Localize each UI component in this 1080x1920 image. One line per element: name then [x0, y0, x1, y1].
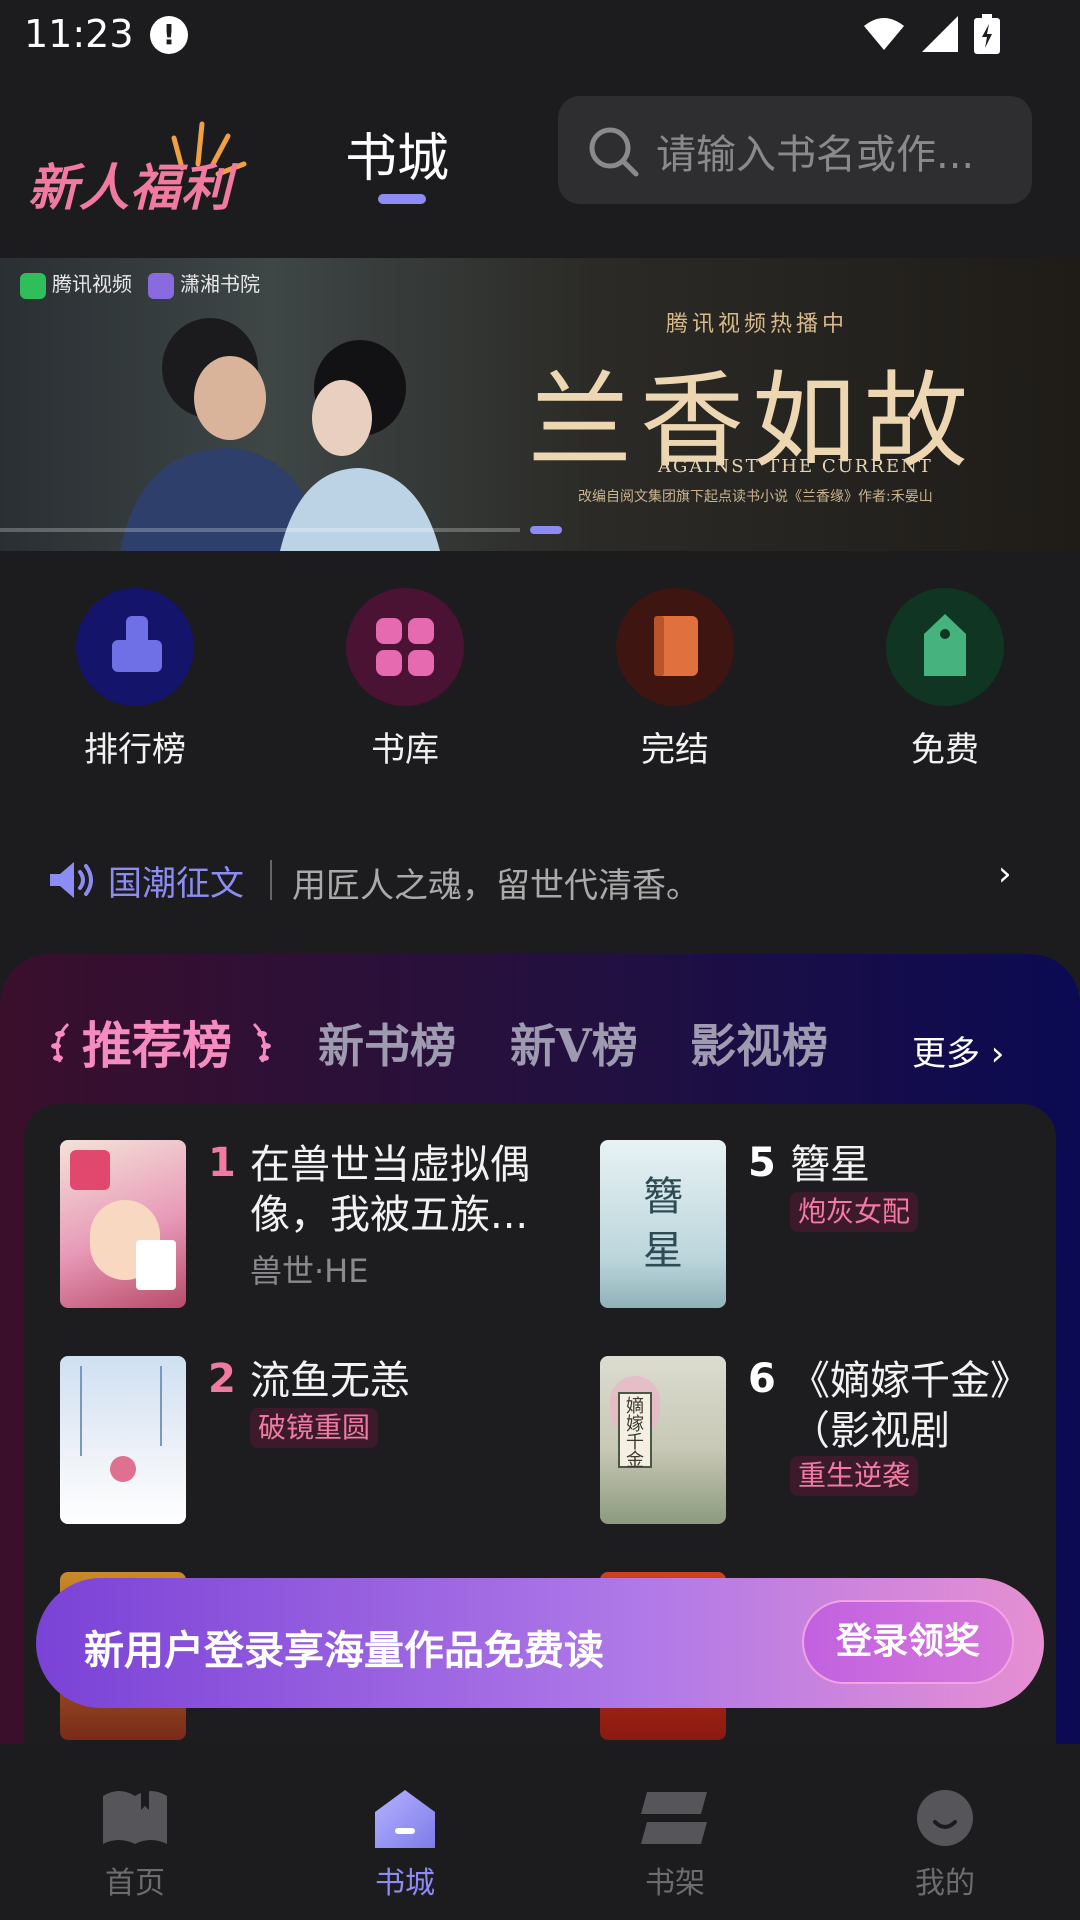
quick-entries: 排行榜 书库 完结 免费: [0, 588, 1080, 770]
login-reward-button[interactable]: 登录领奖: [802, 1600, 1014, 1684]
chevron-right-icon: ›: [998, 854, 1012, 894]
laurel-left-icon: [51, 1022, 70, 1063]
xiaoxiang-logo: 潇湘书院: [148, 268, 260, 299]
banner-logos: 腾讯视频 潇湘书院: [20, 268, 260, 299]
login-promo-banner[interactable]: 新用户登录享海量作品免费读 登录领奖: [36, 1578, 1044, 1708]
home-book-icon: [103, 1790, 167, 1844]
alert-icon: !: [150, 16, 188, 54]
tab-new-books[interactable]: 新书榜: [318, 1010, 456, 1076]
book-title: 《嫡嫁千金》（影视剧《墨: [790, 1358, 1010, 1454]
login-promo-text: 新用户登录享海量作品免费读: [84, 1627, 604, 1674]
status-bar: 11:23 !: [0, 0, 1080, 72]
banner-english-title: AGAINST THE CURRENT: [658, 456, 933, 477]
book-cover: [60, 1356, 186, 1524]
speaker-icon: [50, 862, 93, 898]
bookshelf-icon: [641, 1792, 707, 1844]
nav-bookshelf[interactable]: 书架: [585, 1746, 765, 1920]
book-cover: 簪星: [600, 1140, 726, 1308]
rank-number: 5: [748, 1140, 776, 1186]
tab-new-vip[interactable]: 新V榜: [510, 1010, 638, 1076]
search-input[interactable]: 请输入书名或作...: [558, 96, 1032, 204]
newcomer-benefit-button[interactable]: 新人福利: [28, 108, 268, 217]
entry-completed[interactable]: 完结: [585, 588, 765, 770]
carousel-dot-active: [530, 526, 562, 534]
rank-number: 1: [208, 1140, 236, 1186]
entry-library[interactable]: 书库: [315, 588, 495, 770]
status-time: 11:23: [24, 12, 134, 56]
completed-book-icon: [654, 616, 698, 676]
ranking-icon: [112, 616, 162, 672]
nav-home[interactable]: 首页: [45, 1746, 225, 1920]
system-icons: [862, 14, 1000, 54]
book-tag: 破镜重圆: [250, 1408, 379, 1448]
banner-subtitle: 腾讯视频热播中: [666, 312, 849, 337]
signal-icon: [922, 16, 958, 52]
banner-note: 改编自阅文集团旗下起点读书小说《兰香缘》作者:禾晏山: [578, 489, 933, 505]
top-header: 新人福利 书城 请输入书名或作...: [0, 72, 1080, 228]
library-icon: [376, 618, 434, 676]
nav-bookstore[interactable]: 书城: [315, 1746, 495, 1920]
free-tag-icon: [924, 614, 966, 676]
banner-illustration: [120, 318, 440, 551]
notice-text: 用匠人之魂，留世代清香。: [292, 866, 700, 906]
wifi-icon: [864, 18, 904, 50]
search-placeholder: 请输入书名或作...: [656, 132, 975, 178]
entry-ranking[interactable]: 排行榜: [45, 588, 225, 770]
book-cover: 嫡嫁千金: [600, 1356, 726, 1524]
book-cover: [60, 1140, 186, 1308]
tab-bookstore[interactable]: 书城: [345, 116, 449, 191]
notice-tag: 国潮征文: [108, 864, 244, 904]
book-title: 流鱼无恙: [250, 1358, 410, 1404]
laurel-right-icon: [252, 1022, 271, 1063]
list-item[interactable]: 2 流鱼无恙 破镜重圆: [60, 1356, 540, 1524]
tab-film-tv[interactable]: 影视榜: [690, 1010, 828, 1076]
profile-icon: [917, 1790, 973, 1846]
tab-indicator: [378, 194, 426, 204]
nav-profile[interactable]: 我的: [855, 1746, 1035, 1920]
tencent-video-logo: 腾讯视频: [20, 268, 132, 299]
rank-number: 6: [748, 1356, 776, 1402]
carousel-indicator: [0, 526, 1080, 534]
search-icon: [589, 127, 639, 177]
list-item[interactable]: 1 在兽世当虚拟偶像，我被五族... 兽世·HE: [60, 1140, 540, 1308]
tab-recommended[interactable]: 推荐榜: [82, 1006, 232, 1078]
book-title: 簪星: [790, 1142, 870, 1188]
promo-banner[interactable]: 腾讯视频 潇湘书院 腾讯视频热播中 兰香如故 AGAINST THE CURRE…: [0, 258, 1080, 551]
list-item[interactable]: 嫡嫁千金 6 《嫡嫁千金》（影视剧《墨 重生逆袭: [600, 1356, 1080, 1524]
book-category: 兽世·HE: [250, 1252, 369, 1290]
book-tag: 炮灰女配: [790, 1192, 919, 1232]
notice-bar[interactable]: 国潮征文 用匠人之魂，留世代清香。 ›: [0, 846, 1080, 910]
entry-free[interactable]: 免费: [855, 588, 1035, 770]
promo-text: 新人福利: [28, 159, 232, 217]
book-tag: 重生逆袭: [790, 1456, 919, 1496]
book-title: 在兽世当虚拟偶像，我被五族...: [250, 1142, 530, 1238]
list-item[interactable]: 簪星 5 簪星 炮灰女配: [600, 1140, 1080, 1308]
rank-number: 2: [208, 1356, 236, 1402]
bookstore-icon: [375, 1790, 435, 1848]
bottom-nav: 首页 书城 书架 我的: [0, 1746, 1080, 1920]
more-link[interactable]: 更多 ›: [912, 1026, 1004, 1075]
battery-icon: [974, 14, 1000, 54]
